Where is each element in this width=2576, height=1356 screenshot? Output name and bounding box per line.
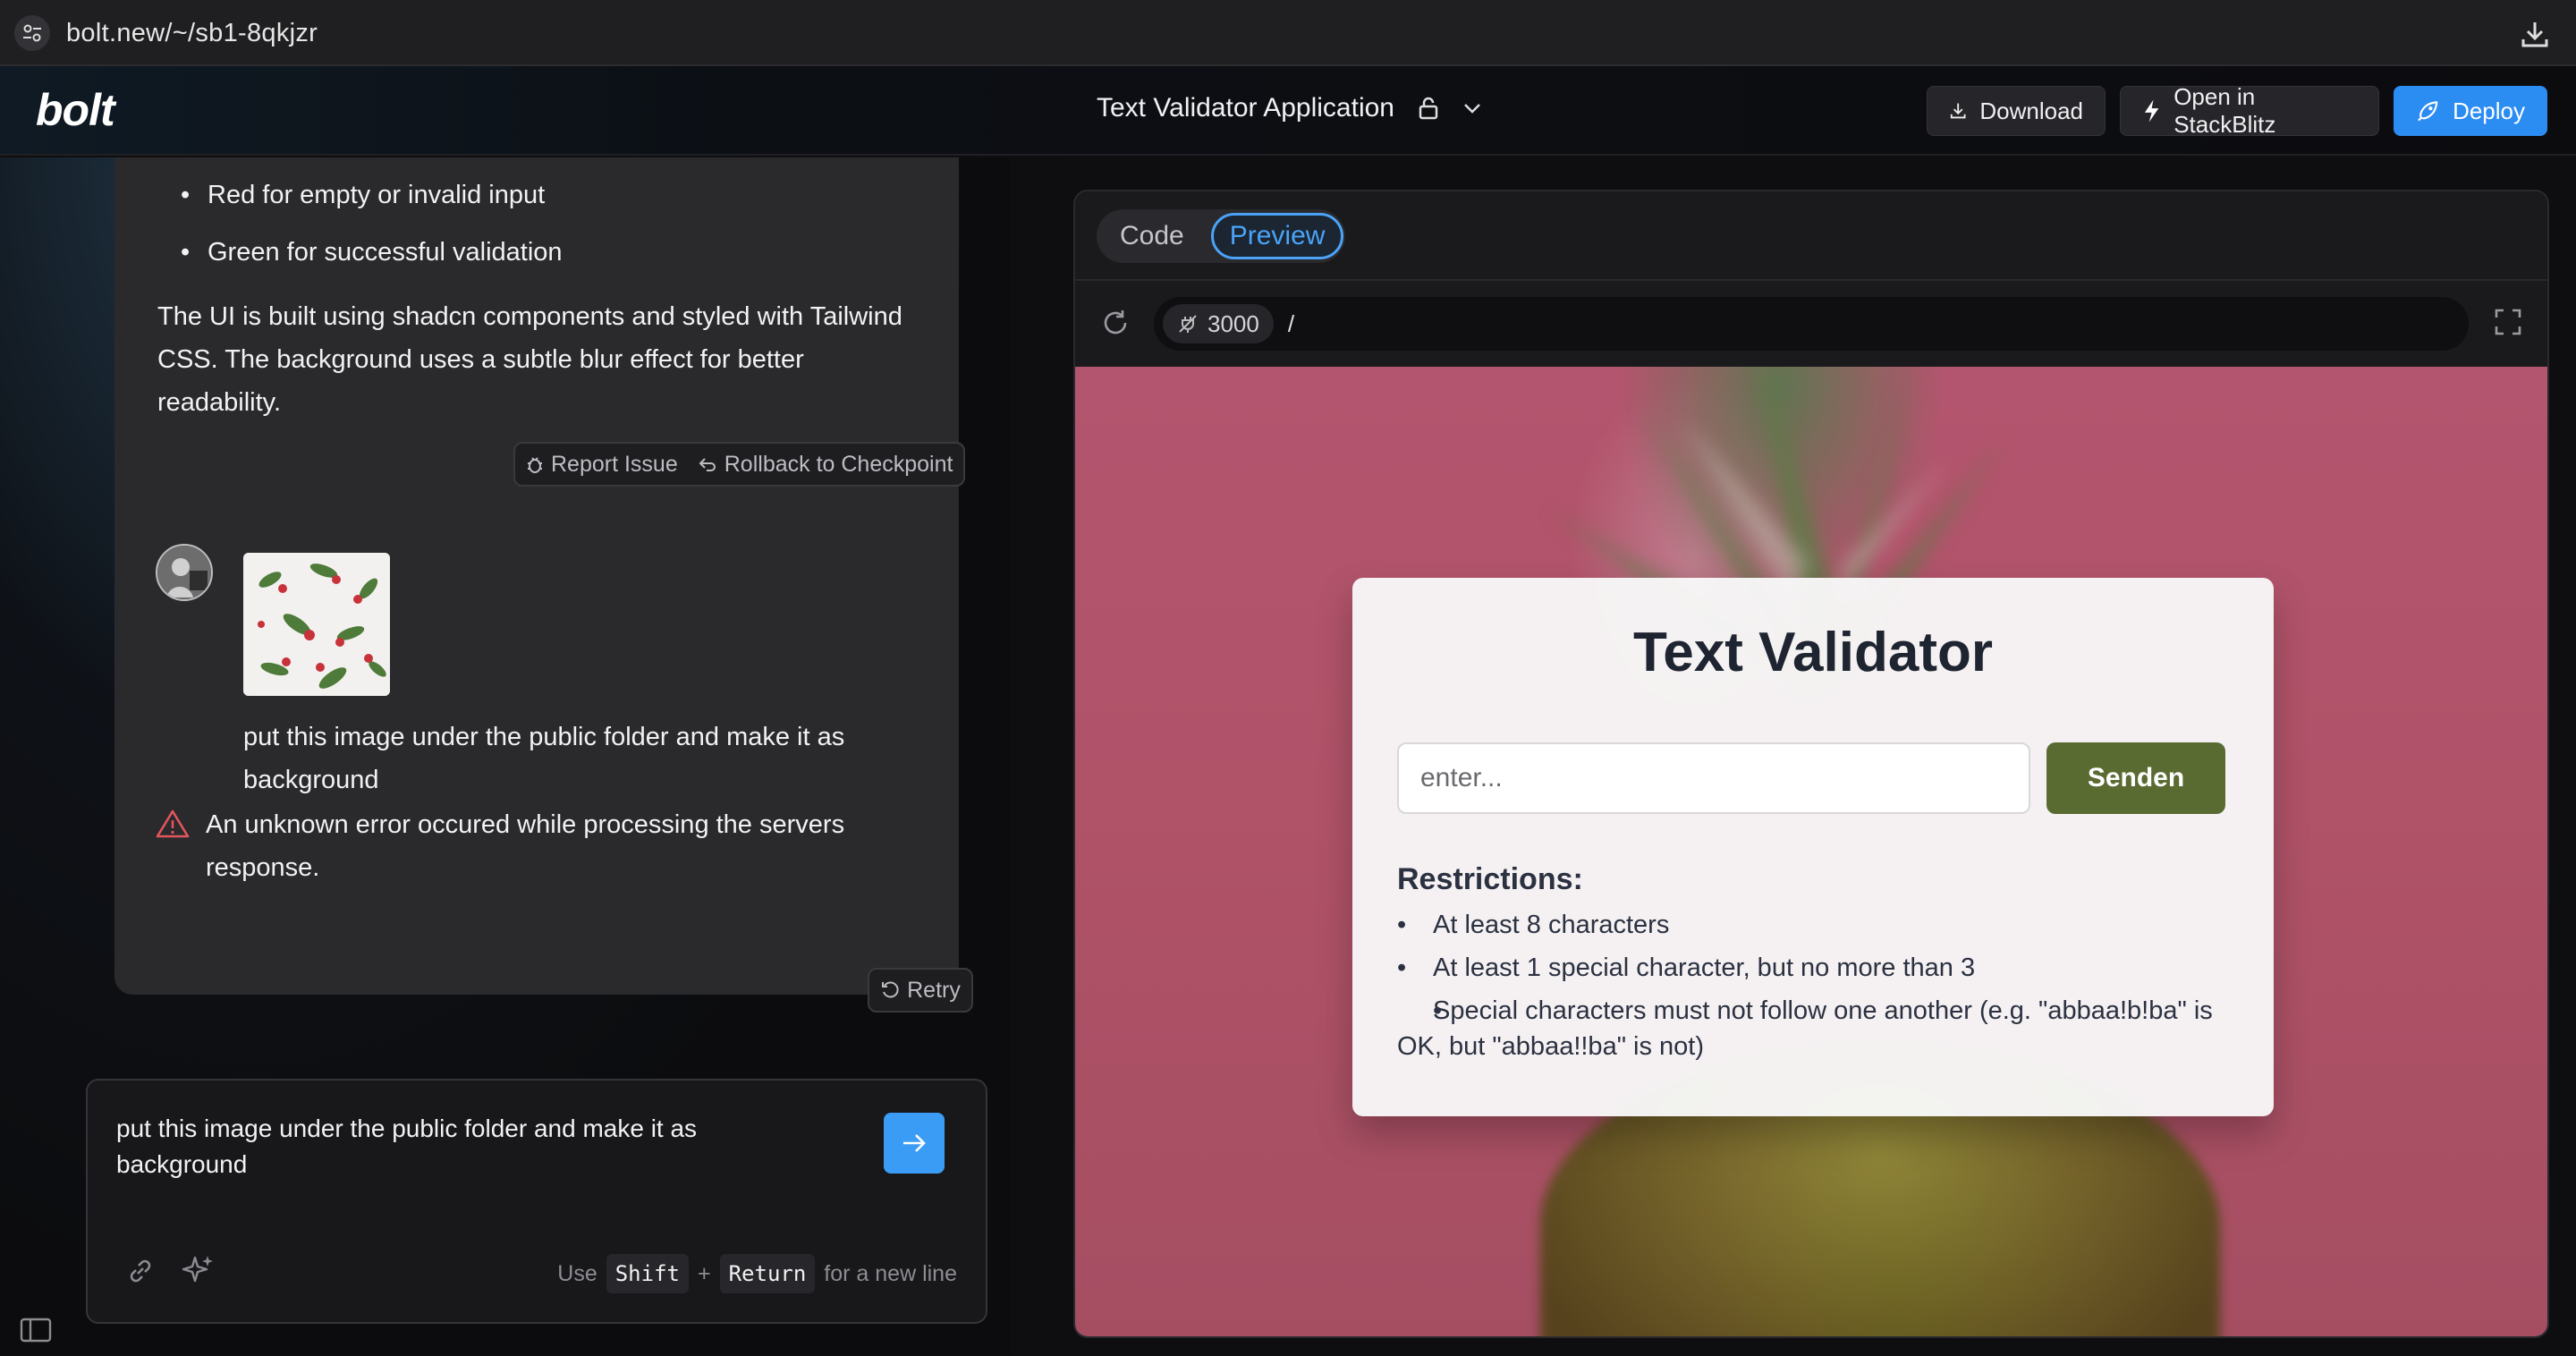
- retry-label: Retry: [907, 977, 961, 1003]
- user-message-text: put this image under the public folder a…: [243, 723, 845, 794]
- undo-icon: [699, 458, 716, 471]
- preview-address-field[interactable]: 3000 /: [1154, 297, 2469, 351]
- bug-icon: [528, 457, 542, 473]
- download-icon: [1950, 103, 1966, 119]
- bolt-logo[interactable]: bolt: [36, 84, 115, 136]
- browser-download-icon[interactable]: [2519, 18, 2551, 50]
- validator-input[interactable]: enter...: [1397, 742, 2030, 814]
- preview-url-bar: 3000 /: [1075, 281, 2547, 367]
- senden-button[interactable]: Senden: [2046, 742, 2225, 814]
- open-stackblitz-button[interactable]: Open in StackBlitz: [2120, 83, 2379, 138]
- hint-use: Use: [557, 1260, 597, 1286]
- bullet-item: Green for successful validation: [181, 224, 563, 281]
- chat-pane: Red for empty or invalid input Green for…: [0, 157, 1011, 1356]
- newline-hint: Use Shift + Return for a new line: [557, 1254, 957, 1293]
- report-issue-label: Report Issue: [551, 451, 678, 477]
- port-selector[interactable]: 3000: [1163, 304, 1274, 343]
- chevron-down-icon[interactable]: [1462, 102, 1482, 114]
- tab-preview[interactable]: Preview: [1210, 213, 1344, 259]
- plug-icon: [1179, 315, 1197, 333]
- bullet-item: Red for empty or invalid input: [181, 166, 563, 224]
- stackblitz-label: Open in StackBlitz: [2174, 83, 2276, 138]
- workbench-panel: Code Preview 3000 / Text Validator enter…: [1073, 190, 2549, 1338]
- message-paragraph: The UI is built using shadcn components …: [157, 302, 902, 417]
- deploy-label: Deploy: [2453, 97, 2525, 124]
- error-message: An unknown error occured while processin…: [156, 803, 925, 889]
- avatar: [156, 544, 213, 601]
- app-header: bolt Text Validator Application Download…: [0, 66, 2576, 156]
- hint-plus: +: [697, 1260, 711, 1286]
- retry-button[interactable]: Retry: [868, 968, 973, 1013]
- retry-icon: [882, 981, 899, 998]
- rollback-button[interactable]: Rollback to Checkpoint: [698, 452, 953, 478]
- restriction-item: At least 1 special character, but no mor…: [1397, 950, 2238, 986]
- send-button[interactable]: [884, 1113, 945, 1174]
- port-number: 3000: [1208, 309, 1259, 337]
- reload-icon[interactable]: [1100, 308, 1131, 343]
- report-issue-button[interactable]: Report Issue: [526, 452, 678, 478]
- workbench-tabs-bar: Code Preview: [1075, 191, 2547, 281]
- rocket-icon: [2418, 101, 2438, 122]
- browser-url[interactable]: bolt.new/~/sb1-8qkjzr: [66, 19, 318, 48]
- restrictions-list: At least 8 characters At least 1 special…: [1397, 907, 2238, 1072]
- user-message: put this image under the public folder a…: [114, 508, 959, 995]
- preview-path: /: [1287, 309, 1295, 337]
- return-key: Return: [719, 1254, 816, 1293]
- error-text: An unknown error occured while processin…: [206, 810, 845, 882]
- app-preview: Text Validator enter... Senden Restricti…: [1075, 367, 2547, 1336]
- project-title[interactable]: Text Validator Application: [1097, 93, 1482, 123]
- attached-image[interactable]: [243, 553, 390, 696]
- download-label: Download: [1979, 97, 2083, 124]
- validator-card: Text Validator enter... Senden Restricti…: [1352, 578, 2274, 1116]
- validator-title: Text Validator: [1633, 622, 1993, 683]
- view-tabs: Code Preview: [1097, 209, 1345, 263]
- hint-tail: for a new line: [824, 1260, 957, 1286]
- shift-key: Shift: [606, 1254, 689, 1293]
- lock-icon[interactable]: [1418, 96, 1439, 121]
- site-settings-icon[interactable]: [14, 15, 50, 51]
- project-title-text: Text Validator Application: [1097, 93, 1394, 123]
- sidebar-toggle-icon[interactable]: [20, 1317, 52, 1348]
- warning-icon: [156, 809, 190, 838]
- deploy-button[interactable]: Deploy: [2394, 86, 2547, 136]
- browser-address-bar: bolt.new/~/sb1-8qkjzr: [0, 0, 2576, 66]
- message-actions: Report Issue Rollback to Checkpoint: [513, 442, 966, 487]
- chat-input[interactable]: put this image under the public folder a…: [116, 1111, 814, 1182]
- rollback-label: Rollback to Checkpoint: [724, 451, 953, 477]
- chat-input-box: put this image under the public folder a…: [86, 1079, 987, 1324]
- lightning-icon: [2144, 99, 2159, 123]
- restriction-item: Special characters must not follow one a…: [1397, 993, 2238, 1064]
- sparkle-icon[interactable]: [181, 1252, 216, 1292]
- restrictions-title: Restrictions:: [1397, 862, 1583, 896]
- tab-code[interactable]: Code: [1097, 213, 1208, 259]
- arrow-right-icon: [903, 1134, 926, 1152]
- restriction-item: At least 8 characters: [1397, 907, 2238, 943]
- link-icon[interactable]: [123, 1254, 157, 1292]
- download-button[interactable]: Download: [1927, 86, 2106, 136]
- fullscreen-icon[interactable]: [2494, 308, 2522, 341]
- message-bullets: Red for empty or invalid input Green for…: [181, 166, 563, 281]
